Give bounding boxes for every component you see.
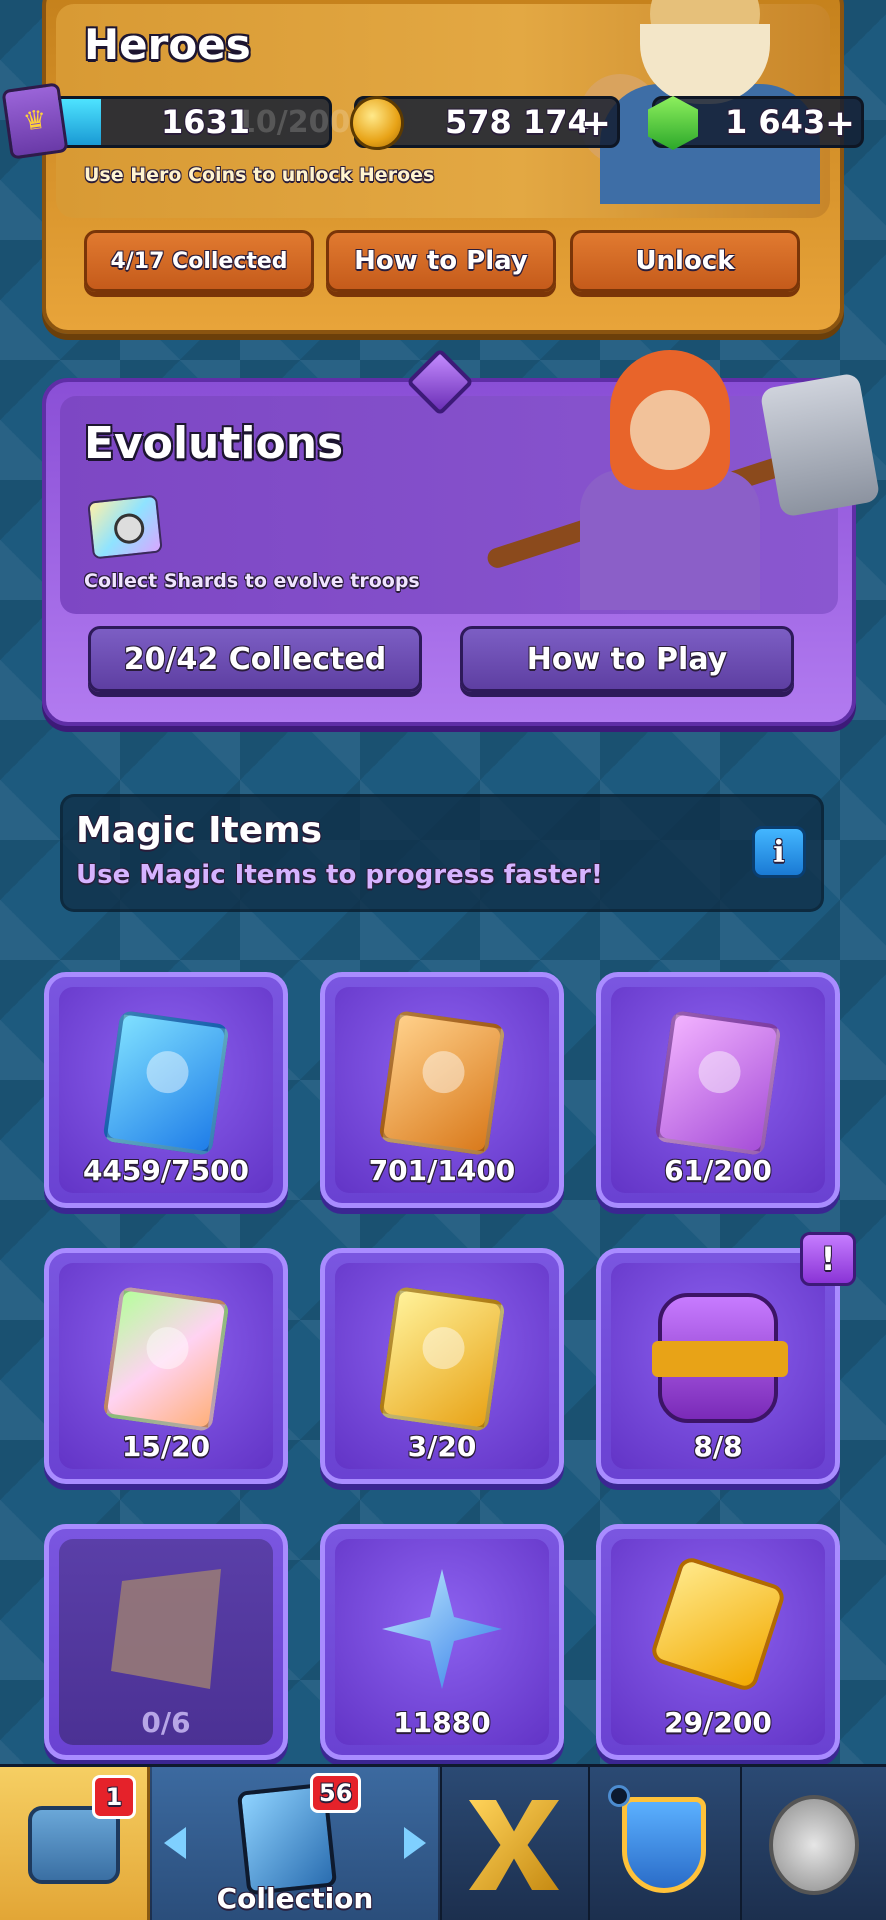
heroes-collected-button[interactable]: 4/17 Collected bbox=[84, 230, 314, 292]
notification-dot-icon bbox=[608, 1785, 630, 1807]
evolutions-collected-button[interactable]: 20/42 Collected bbox=[88, 626, 422, 692]
heroes-how-to-play-button[interactable]: How to Play bbox=[326, 230, 556, 292]
legendary-book-icon bbox=[102, 1285, 230, 1433]
magic-item-count: 61/200 bbox=[664, 1154, 772, 1187]
heroes-unlock-button[interactable]: Unlock bbox=[570, 230, 800, 292]
magic-item-tile[interactable]: 3/20 bbox=[320, 1248, 564, 1484]
crossed-axes-icon bbox=[469, 1800, 559, 1890]
evolution-shard-icon bbox=[87, 494, 163, 560]
evolutions-how-to-play-button[interactable]: How to Play bbox=[460, 626, 794, 692]
magic-item-tile[interactable]: 15/20 bbox=[44, 1248, 288, 1484]
gems-plus-button[interactable]: + bbox=[825, 103, 855, 144]
bottom-nav: 1 56 Collection bbox=[0, 1764, 886, 1920]
gems-value: 1 643 bbox=[725, 103, 826, 141]
alert-icon: ! bbox=[800, 1232, 856, 1286]
magic-item-tile[interactable]: 701/1400 bbox=[320, 972, 564, 1208]
arrow-left-icon[interactable] bbox=[164, 1827, 186, 1859]
shard-icon bbox=[111, 1569, 221, 1689]
cards-resource[interactable]: 10/200 1631 bbox=[52, 96, 350, 148]
magic-item-tile[interactable]: 11880 bbox=[320, 1524, 564, 1760]
valkyrie-character-icon bbox=[470, 350, 881, 610]
magic-item-tile[interactable]: 61/200 bbox=[596, 972, 840, 1208]
rare-book-icon bbox=[378, 1009, 506, 1157]
magic-item-tile[interactable]: 29/200 bbox=[596, 1524, 840, 1760]
cards-value: 1631 bbox=[161, 103, 251, 141]
magic-item-count: 8/8 bbox=[693, 1430, 743, 1463]
nav-events-tab[interactable] bbox=[740, 1767, 886, 1920]
common-book-icon bbox=[102, 1009, 230, 1157]
cards-ghost-text: 10/200 bbox=[235, 105, 351, 140]
magic-items-subtitle: Use Magic Items to progress faster! bbox=[76, 860, 603, 890]
magic-item-count: 15/20 bbox=[121, 1430, 211, 1463]
evolutions-hint: Collect Shards to evolve troops bbox=[84, 570, 420, 592]
gold-coin-icon bbox=[350, 96, 404, 150]
champion-book-icon bbox=[378, 1285, 506, 1433]
crown-card-icon: ♛ bbox=[1, 82, 69, 160]
nav-collection-tab[interactable]: 56 Collection bbox=[152, 1767, 438, 1920]
info-icon[interactable]: i bbox=[752, 826, 806, 878]
magic-items-title: Magic Items bbox=[76, 810, 323, 851]
heroes-title: Heroes bbox=[84, 20, 251, 69]
gold-plus-button[interactable]: + bbox=[581, 103, 611, 144]
gold-value: 578 174 bbox=[445, 103, 590, 141]
clan-icon bbox=[622, 1797, 706, 1893]
collection-label: Collection bbox=[216, 1882, 374, 1915]
shop-badge: 1 bbox=[92, 1775, 136, 1819]
elixir-potion-icon bbox=[652, 1293, 788, 1423]
epic-book-icon bbox=[654, 1009, 782, 1157]
magic-item-count: 4459/7500 bbox=[82, 1154, 250, 1187]
magic-item-count: 3/20 bbox=[407, 1430, 477, 1463]
magic-item-count: 29/200 bbox=[664, 1706, 772, 1739]
nav-clan-tab[interactable] bbox=[588, 1767, 738, 1920]
sword-shield-icon bbox=[769, 1795, 859, 1895]
magic-item-tile[interactable]: 4459/7500 bbox=[44, 972, 288, 1208]
magic-item-tile[interactable]: 0/6 bbox=[44, 1524, 288, 1760]
magic-item-count: 0/6 bbox=[141, 1706, 191, 1739]
evolutions-title: Evolutions bbox=[84, 418, 344, 469]
nav-shop-tab[interactable]: 1 bbox=[0, 1767, 150, 1920]
arrow-right-icon[interactable] bbox=[404, 1827, 426, 1859]
heroes-hint: Use Hero Coins to unlock Heroes bbox=[84, 164, 435, 186]
magic-item-count: 701/1400 bbox=[368, 1154, 516, 1187]
magic-item-count: 11880 bbox=[393, 1706, 491, 1739]
nav-battle-tab[interactable] bbox=[440, 1767, 586, 1920]
collection-badge: 56 bbox=[310, 1773, 362, 1813]
